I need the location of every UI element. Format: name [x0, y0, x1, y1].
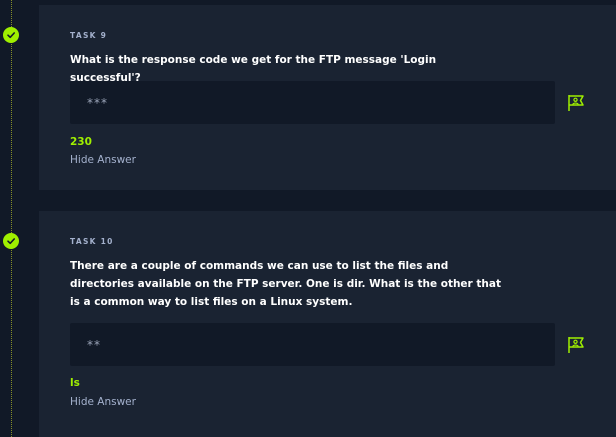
- task-10-question: There are a couple of commands we can us…: [70, 260, 501, 308]
- task-9-answer-field[interactable]: ***: [70, 81, 555, 124]
- task-9-hide-answer-link[interactable]: Hide Answer: [70, 154, 136, 166]
- task-10-completed-check-icon: [3, 233, 19, 249]
- task-9-answer-mask: ***: [87, 95, 108, 110]
- task-10-answer-mask: **: [87, 337, 101, 352]
- task-10-label: TASK 10: [70, 237, 114, 246]
- task-9-card: TASK 9 What is the response code we get …: [39, 5, 616, 190]
- task-10-answer: ls: [70, 377, 80, 389]
- task-list: TASK 9 What is the response code we get …: [0, 0, 616, 437]
- task-9-submit-flag-icon[interactable]: [566, 93, 586, 113]
- progress-rail: [11, 0, 12, 437]
- task-10-answer-field[interactable]: **: [70, 323, 555, 366]
- task-9-completed-check-icon: [3, 27, 19, 43]
- task-10-card: TASK 10 There are a couple of commands w…: [39, 211, 616, 437]
- task-10-submit-flag-icon[interactable]: [566, 335, 586, 355]
- task-10-hide-answer-link[interactable]: Hide Answer: [70, 396, 136, 408]
- task-9-label: TASK 9: [70, 31, 108, 40]
- task-9-answer: 230: [70, 136, 92, 148]
